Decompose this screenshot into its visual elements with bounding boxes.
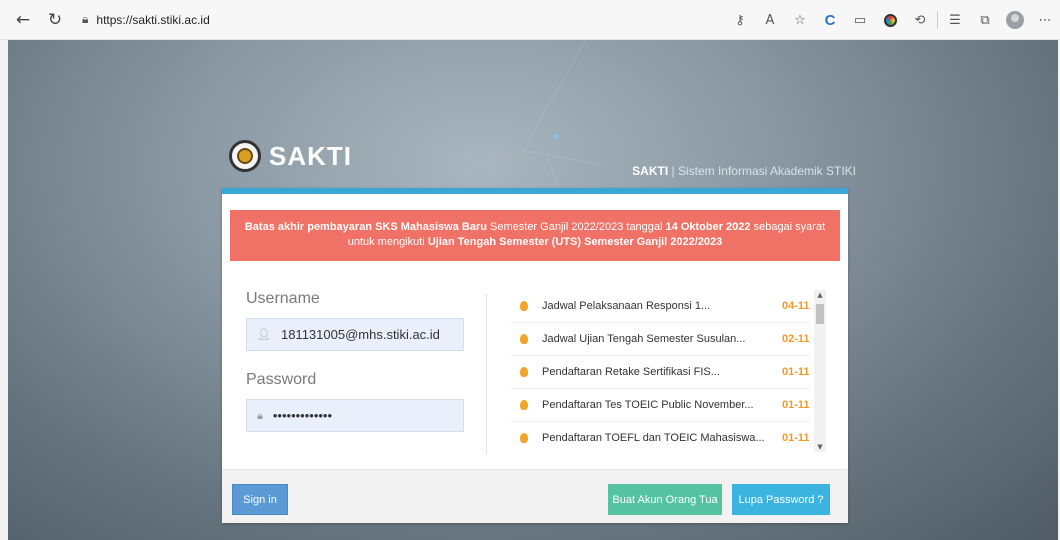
read-aloud-icon[interactable]: A — [755, 6, 785, 34]
key-icon[interactable]: ⚷ — [725, 6, 755, 34]
news-scrollbar[interactable]: ▲ ▼ — [814, 290, 826, 452]
color-circle-icon[interactable] — [875, 6, 905, 34]
alert-text-bold: Batas akhir pembayaran SKS Mahasiswa Bar… — [244, 221, 487, 233]
logo-seal-icon — [229, 140, 261, 172]
news-item[interactable]: Jadwal Pelaksanaan Responsi 1... 04-11 — [510, 290, 810, 323]
login-form: Username 👤︎ 181131005@mhs.stiki.ac.id Pa… — [246, 290, 464, 432]
news-title[interactable]: Pendaftaran Retake Sertifikasi FIS... — [542, 366, 782, 378]
lock-icon[interactable]: 🔒︎ — [82, 12, 88, 27]
browser-toolbar: ← ↻ 🔒︎ https://sakti.stiki.ac.id ⚷ A ☆ C… — [0, 0, 1060, 40]
fire-icon — [518, 366, 530, 378]
decorative-dot — [523, 150, 526, 153]
news-item[interactable]: Jadwal Ujian Tengah Semester Susulan... … — [510, 323, 810, 356]
fire-icon — [518, 399, 530, 411]
lock-icon: 🔒︎ — [257, 408, 263, 422]
alert-text: Semester Ganjil 2022/2023 tanggal — [486, 221, 666, 233]
alert-date: 14 Oktober 2022 — [665, 221, 751, 233]
sign-in-button[interactable]: Sign in — [232, 484, 288, 515]
news-title[interactable]: Pendaftaran Tes TOEIC Public November... — [542, 399, 782, 411]
sakti-logo: SAKTI — [229, 140, 352, 172]
c-extension-icon[interactable]: C — [815, 6, 845, 34]
profile-avatar-icon[interactable] — [1000, 6, 1030, 34]
favorites-list-icon[interactable]: ☰ — [940, 6, 970, 34]
news-date: 02-11 — [782, 333, 810, 345]
password-value[interactable]: ••••••••••••• — [273, 408, 332, 423]
news-item[interactable]: Pendaftaran TOEFL dan TOEIC Mahasiswa...… — [510, 422, 810, 452]
decorative-line — [527, 40, 589, 141]
user-icon: 👤︎ — [257, 328, 271, 341]
card-footer: Sign in Buat Akun Orang Tua Lupa Passwor… — [222, 469, 848, 523]
fire-icon — [518, 432, 530, 444]
password-label: Password — [246, 371, 317, 388]
fire-icon — [518, 333, 530, 345]
news-item[interactable]: Pendaftaran Retake Sertifikasi FIS... 01… — [510, 356, 810, 389]
logo-text: SAKTI — [269, 140, 352, 171]
decorative-dot — [553, 134, 558, 139]
back-arrow-icon[interactable]: ← — [10, 7, 36, 33]
login-card: Batas akhir pembayaran SKS Mahasiswa Bar… — [222, 188, 848, 523]
username-value[interactable]: 181131005@mhs.stiki.ac.id — [281, 327, 440, 342]
forgot-password-button[interactable]: Lupa Password ? — [732, 484, 830, 515]
username-field[interactable]: 👤︎ 181131005@mhs.stiki.ac.id — [246, 318, 464, 351]
scrollbar-thumb[interactable] — [816, 304, 824, 324]
news-title[interactable]: Jadwal Ujian Tengah Semester Susulan... — [542, 333, 782, 345]
password-field[interactable]: 🔒︎ ••••••••••••• — [246, 399, 464, 432]
subtitle-brand: SAKTI — [632, 164, 669, 178]
collections-icon[interactable]: ⧉ — [970, 6, 1000, 34]
toolbar-separator — [937, 11, 938, 29]
news-list: Jadwal Pelaksanaan Responsi 1... 04-11 J… — [510, 290, 810, 452]
favorite-star-icon[interactable]: ☆ — [785, 6, 815, 34]
payment-alert: Batas akhir pembayaran SKS Mahasiswa Bar… — [230, 210, 840, 261]
scroll-up-icon[interactable]: ▲ — [814, 290, 826, 300]
scroll-down-icon[interactable]: ▼ — [814, 442, 826, 452]
news-date: 01-11 — [782, 432, 810, 444]
news-title[interactable]: Pendaftaran TOEFL dan TOEIC Mahasiswa... — [542, 432, 782, 444]
username-label: Username — [246, 290, 320, 307]
vertical-divider — [486, 294, 487, 454]
fire-icon — [518, 300, 530, 312]
reload-icon[interactable]: ↻ — [42, 7, 68, 33]
alert-exam: Ujian Tengah Semester (UTS) Semester Gan… — [427, 236, 723, 248]
reader-icon[interactable]: ▭ — [845, 6, 875, 34]
create-parent-account-button[interactable]: Buat Akun Orang Tua — [608, 484, 722, 515]
news-date: 01-11 — [782, 366, 810, 378]
news-date: 01-11 — [782, 399, 810, 411]
url-text[interactable]: https://sakti.stiki.ac.id — [96, 13, 209, 27]
decorative-line — [522, 150, 602, 165]
news-title[interactable]: Jadwal Pelaksanaan Responsi 1... — [542, 300, 782, 312]
news-item[interactable]: Pendaftaran Tes TOEIC Public November...… — [510, 389, 810, 422]
news-date: 04-11 — [782, 300, 810, 312]
puzzle-icon[interactable]: ⟲ — [905, 6, 935, 34]
page-background: SAKTI SAKTI | Sistem Informasi Akademik … — [8, 40, 1058, 540]
address-bar[interactable]: 🔒︎ https://sakti.stiki.ac.id — [78, 7, 718, 33]
subtitle-rest: | Sistem Informasi Akademik STIKI — [668, 164, 856, 178]
more-icon[interactable]: ⋯ — [1030, 6, 1060, 34]
site-subtitle: SAKTI | Sistem Informasi Akademik STIKI — [632, 164, 856, 178]
browser-toolbar-icons: ⚷ A ☆ C ▭ ⟲ ☰ ⧉ ⋯ — [725, 0, 1060, 40]
